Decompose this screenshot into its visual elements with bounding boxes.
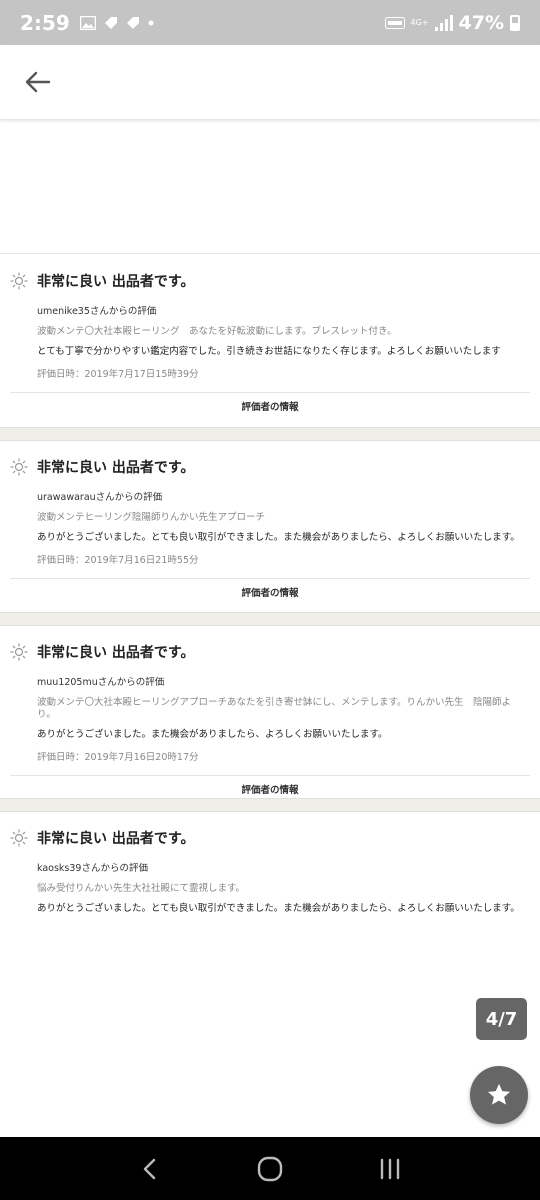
review-rating: 非常に良い 出品者です。: [37, 274, 195, 290]
review-rating: 非常に良い 出品者です。: [37, 831, 195, 847]
tag-notification-icon: [104, 16, 117, 29]
battery-icon: [510, 14, 520, 31]
item-name[interactable]: 波動メンテ〇大社本殿ヒーリング あなたを好転波動にします。ブレスレット付き。: [0, 326, 540, 338]
app-bar: [0, 45, 540, 119]
review-comment: とても丁寧で分かりやすい鑑定内容でした。引き続きお世話になりたく存じます。よろし…: [37, 346, 501, 357]
review-date: 評価日時：2019年7月17日15時39分: [37, 368, 199, 380]
item-name[interactable]: 悩み受付りんかい先生大社社殿にて霊視します。: [0, 883, 540, 895]
review-comment: ありがとうございました。また機会がありましたら、よろしくお願いいたします。: [37, 729, 388, 740]
reviewer-name: kaosks39さんからの評価: [37, 863, 148, 874]
status-bar: 2:59 4G+ 47%: [0, 0, 540, 45]
review-comment: ありがとうございました。とても良い取引ができました。また機会がありましたら、よろ…: [37, 532, 520, 543]
volte-icon: [384, 16, 405, 29]
reviewer-name: umenike35さんからの評価: [37, 306, 157, 317]
review-header: 非常に良い 出品者です。: [0, 626, 540, 666]
review-header: 非常に良い 出品者です。: [0, 441, 540, 481]
back-button[interactable]: [20, 64, 56, 100]
nav-home-button[interactable]: [250, 1149, 290, 1189]
review-item: 非常に良い 出品者です。 muu1205muさんからの評価 波動メンテ〇大社本殿…: [0, 626, 540, 803]
review-header: 非常に良い 出品者です。: [0, 812, 540, 852]
tag-notification-icon: [126, 16, 139, 29]
review-date: 評価日時：2019年7月16日20時17分: [37, 751, 199, 763]
reviewer-name: muu1205muさんからの評価: [37, 677, 165, 688]
image-notification-icon: [79, 15, 96, 30]
sun-icon: [10, 829, 28, 847]
separator: [0, 798, 540, 812]
dot-icon: [148, 20, 154, 25]
item-name[interactable]: 波動メンテ〇大社本殿ヒーリングアプローチあなたを引き寄せ缽にし、メンテします。り…: [0, 697, 540, 721]
arrow-left-icon: [25, 71, 51, 93]
review-item: 非常に良い 出品者です。 urawawarauさんからの評価 波動メンテヒーリン…: [0, 441, 540, 606]
recents-icon: [380, 1158, 400, 1179]
review-comment: ありがとうございました。とても良い取引ができました。また機会がありましたら、よろ…: [37, 903, 520, 914]
reviewer-name: urawawarauさんからの評価: [37, 492, 163, 503]
network-type: 4G+: [410, 18, 429, 27]
review-rating: 非常に良い 出品者です。: [37, 460, 195, 476]
home-circle-icon: [257, 1156, 283, 1181]
status-time: 2:59: [20, 10, 70, 35]
review-date: 評価日時：2019年7月16日21時55分: [37, 554, 199, 566]
nav-recents-button[interactable]: [370, 1149, 410, 1189]
favorite-fab-button[interactable]: [470, 1066, 528, 1124]
system-nav-bar: [0, 1137, 540, 1200]
review-rating: 非常に良い 出品者です。: [37, 645, 195, 661]
battery-percent: 47%: [458, 11, 504, 34]
item-name[interactable]: 波動メンテヒーリング陰陽師りんかい先生アプローチ: [0, 512, 540, 524]
reviewer-info-button[interactable]: 評価者の情報: [10, 577, 530, 606]
separator: [0, 612, 540, 626]
chevron-left-icon: [143, 1158, 156, 1179]
sun-icon: [10, 272, 28, 290]
signal-icon: [434, 14, 453, 31]
blank-area: [0, 119, 540, 254]
review-header: 非常に良い 出品者です。: [0, 255, 540, 295]
star-icon: [487, 1083, 511, 1105]
review-item: 非常に良い 出品者です。 umenike35さんからの評価 波動メンテ〇大社本殿…: [0, 255, 540, 420]
sun-icon: [10, 643, 28, 661]
separator: [0, 427, 540, 441]
reviewer-info-button[interactable]: 評価者の情報: [10, 391, 530, 420]
notification-icons: [79, 15, 154, 30]
nav-back-button[interactable]: [130, 1149, 170, 1189]
page-indicator: 4/7: [476, 998, 527, 1040]
sun-icon: [10, 458, 28, 476]
review-item: 非常に良い 出品者です。 kaosks39さんからの評価 悩み受付りんかい先生大…: [0, 812, 540, 915]
status-right: 4G+ 47%: [384, 11, 520, 34]
